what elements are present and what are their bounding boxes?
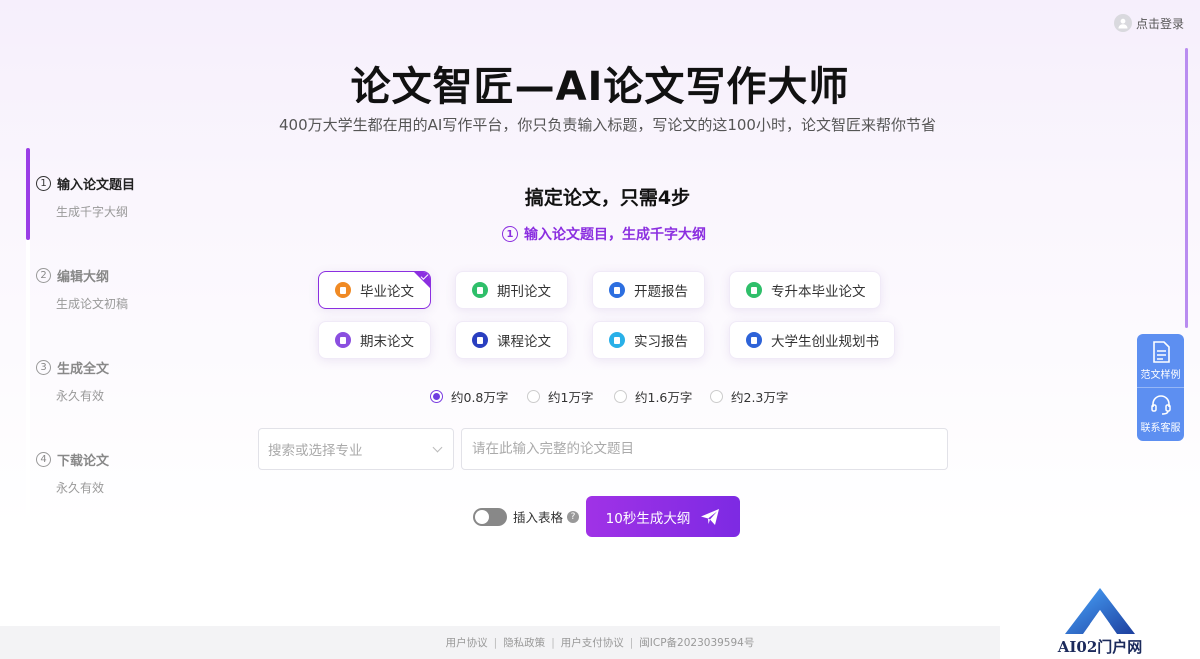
step-title: 编辑大纲 bbox=[57, 270, 110, 285]
step-number: 4 bbox=[36, 452, 51, 467]
insert-table-toggle-group: 插入表格 ? bbox=[473, 507, 580, 526]
step-desc: 永久有效 bbox=[56, 481, 105, 495]
radio-label: 约2.3万字 bbox=[731, 390, 789, 405]
page-subtitle: 400万大学生都在用的AI写作平台，你只负责输入标题，写论文的这100小时，论文… bbox=[279, 116, 936, 134]
help-icon[interactable]: ? bbox=[567, 510, 580, 523]
watermark-text: AI02门户网 bbox=[1057, 638, 1143, 656]
document-icon bbox=[1152, 340, 1170, 363]
insert-table-label: 插入表格 bbox=[513, 510, 564, 525]
footer-separator: | bbox=[551, 636, 555, 649]
purple-doc-icon bbox=[335, 332, 351, 348]
paper-title-input[interactable] bbox=[461, 428, 948, 470]
step-title: 下载论文 bbox=[57, 454, 110, 469]
sample-essays-label: 范文样例 bbox=[1140, 369, 1181, 381]
current-step-text: 输入论文题目，生成千字大纲 bbox=[524, 227, 706, 243]
paper-type-label: 课程论文 bbox=[497, 334, 551, 350]
current-step-number: 1 bbox=[502, 226, 518, 242]
login-link[interactable]: 点击登录 bbox=[1113, 14, 1184, 32]
navy-save-icon bbox=[472, 332, 488, 348]
word-count-radio-group: 约0.8万字 约1万字 约1.6万字 约2.3万字 bbox=[430, 387, 788, 406]
paper-type-graduation[interactable]: 毕业论文 bbox=[318, 271, 431, 309]
login-label: 点击登录 bbox=[1135, 16, 1184, 31]
major-select-placeholder: 搜索或选择专业 bbox=[268, 443, 363, 459]
footer-link-privacy[interactable]: 隐私政策 bbox=[503, 635, 545, 650]
section-heading: 搞定论文，只需4步 bbox=[524, 187, 691, 209]
step-number: 2 bbox=[36, 268, 51, 283]
orange-doc-icon bbox=[335, 282, 351, 298]
footer-link-icp[interactable]: 闽ICP备2023039594号 bbox=[639, 635, 754, 650]
paper-type-label: 期刊论文 bbox=[497, 284, 551, 300]
page-title: 论文智匠—AI论文写作大师 bbox=[350, 64, 850, 110]
insert-table-toggle[interactable] bbox=[473, 507, 507, 526]
generate-outline-label: 10秒生成大纲 bbox=[605, 510, 691, 527]
watermark-a-icon bbox=[1065, 588, 1135, 634]
user-avatar-icon bbox=[1113, 14, 1132, 32]
footer-link-payment-agreement[interactable]: 用户支付协议 bbox=[561, 635, 624, 650]
radio-dot bbox=[430, 390, 443, 403]
headset-icon bbox=[1150, 395, 1171, 415]
step-title: 生成全文 bbox=[57, 362, 110, 377]
footer-separator: | bbox=[629, 636, 634, 649]
step-desc: 生成论文初稿 bbox=[56, 297, 129, 311]
paper-type-proposal[interactable]: 开题报告 bbox=[592, 271, 705, 309]
footer-link-user-agreement[interactable]: 用户协议 bbox=[446, 635, 488, 650]
paper-type-label: 大学生创业规划书 bbox=[771, 334, 879, 350]
sample-essays-button[interactable]: 范文样例 bbox=[1137, 334, 1184, 387]
radio-dot bbox=[614, 390, 627, 403]
step-desc: 永久有效 bbox=[56, 389, 105, 403]
radio-dot bbox=[710, 390, 723, 403]
step-3[interactable]: 3 生成全文 永久有效 bbox=[36, 358, 196, 404]
customer-service-button[interactable]: 联系客服 bbox=[1137, 387, 1184, 440]
watermark-logo: AI02门户网 bbox=[1000, 584, 1200, 659]
radio-label: 约0.8万字 bbox=[451, 390, 509, 405]
paper-type-course[interactable]: 课程论文 bbox=[455, 321, 568, 359]
word-count-radio-0.8w[interactable]: 约0.8万字 bbox=[430, 387, 527, 406]
green-doc-icon bbox=[746, 282, 762, 298]
green-doc-icon bbox=[472, 282, 488, 298]
paper-type-business-plan[interactable]: 大学生创业规划书 bbox=[729, 321, 895, 359]
floating-side-panel: 范文样例 联系客服 bbox=[1137, 334, 1184, 441]
step-number: 3 bbox=[36, 360, 51, 375]
paper-type-journal[interactable]: 期刊论文 bbox=[455, 271, 568, 309]
chevron-down-icon bbox=[432, 442, 443, 453]
paper-type-label: 实习报告 bbox=[634, 334, 688, 350]
paper-type-internship[interactable]: 实习报告 bbox=[592, 321, 705, 359]
customer-service-label: 联系客服 bbox=[1140, 423, 1181, 434]
cyan-doc-icon bbox=[609, 332, 625, 348]
step-2[interactable]: 2 编辑大纲 生成论文初稿 bbox=[36, 266, 196, 312]
word-count-radio-1w[interactable]: 约1万字 bbox=[527, 387, 614, 406]
blue-book-icon bbox=[746, 332, 762, 348]
paper-type-upgrade-graduation[interactable]: 专升本毕业论文 bbox=[729, 271, 881, 309]
radio-dot bbox=[527, 390, 540, 403]
generate-outline-button[interactable]: 10秒生成大纲 bbox=[586, 496, 740, 537]
paper-type-final[interactable]: 期末论文 bbox=[318, 321, 431, 359]
radio-label: 约1万字 bbox=[548, 390, 594, 405]
major-select[interactable]: 搜索或选择专业 bbox=[258, 428, 454, 470]
selected-check-icon bbox=[414, 272, 430, 288]
radio-label: 约1.6万字 bbox=[635, 390, 693, 405]
paper-type-label: 期末论文 bbox=[360, 334, 414, 350]
paper-plane-icon bbox=[701, 508, 720, 525]
current-step-label: 1 输入论文题目，生成千字大纲 bbox=[0, 224, 1200, 244]
paper-type-label: 专升本毕业论文 bbox=[771, 284, 866, 300]
word-count-radio-1.6w[interactable]: 约1.6万字 bbox=[614, 387, 710, 406]
paper-type-label: 开题报告 bbox=[634, 284, 688, 300]
blue-report-icon bbox=[609, 282, 625, 298]
footer-separator: | bbox=[493, 636, 498, 649]
word-count-radio-2.3w[interactable]: 约2.3万字 bbox=[710, 387, 788, 406]
step-4[interactable]: 4 下载论文 永久有效 bbox=[36, 450, 196, 496]
paper-type-label: 毕业论文 bbox=[360, 284, 414, 300]
